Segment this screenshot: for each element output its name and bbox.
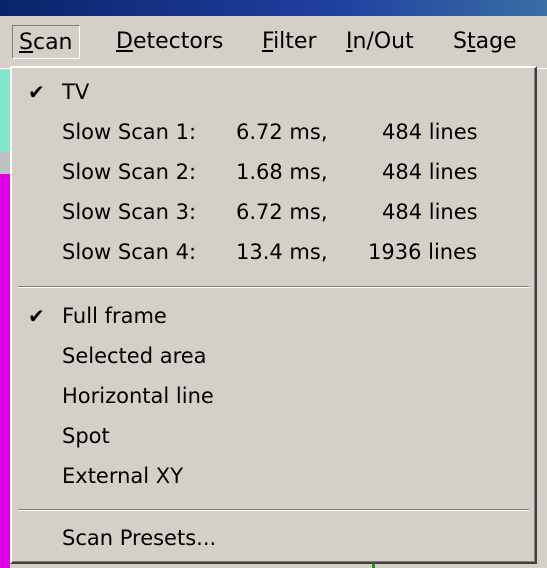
background-strip-gray <box>0 152 10 174</box>
background-strip-magenta <box>0 174 10 568</box>
check-icon: ✔ <box>28 304 45 328</box>
menu-item-slow-scan-2[interactable]: Slow Scan 2: 1.68 ms, 484 lines <box>12 152 535 192</box>
menu-item-label: Slow Scan 3: <box>62 200 197 224</box>
window-titlebar <box>0 0 547 16</box>
background-sliver <box>372 563 375 568</box>
menu-filter-rest: ilter <box>273 29 317 54</box>
menu-item-label: Slow Scan 4: <box>62 240 197 264</box>
scan-lines: 1936 lines <box>368 240 477 264</box>
menu-item-external-xy[interactable]: External XY <box>12 456 535 496</box>
menu-in-out[interactable]: In/Out <box>340 25 420 59</box>
scan-time: 6.72 ms, <box>236 200 328 224</box>
menu-scan-rest: can <box>32 30 73 55</box>
check-icon: ✔ <box>28 80 45 104</box>
menu-item-slow-scan-1[interactable]: Slow Scan 1: 6.72 ms, 484 lines <box>12 112 535 152</box>
menu-separator <box>18 509 529 511</box>
menu-item-slow-scan-3[interactable]: Slow Scan 3: 6.72 ms, 484 lines <box>12 192 535 232</box>
menu-stage[interactable]: Stage <box>447 25 523 59</box>
menu-item-horizontal-line[interactable]: Horizontal line <box>12 376 535 416</box>
menu-detectors[interactable]: Detectors <box>110 25 229 59</box>
menu-item-label: Full frame <box>62 304 167 328</box>
menu-stage-prefix: S <box>453 29 467 54</box>
menu-separator <box>18 286 529 288</box>
menu-item-full-frame[interactable]: ✔ Full frame <box>12 296 535 336</box>
scan-lines: 484 lines <box>382 120 478 144</box>
menu-item-label: External XY <box>62 464 184 488</box>
background-strip-cyan <box>0 70 10 152</box>
menu-stage-mnemonic: t <box>466 29 476 54</box>
scan-lines: 484 lines <box>382 200 478 224</box>
menu-item-label: Scan Presets... <box>62 526 217 550</box>
menu-item-slow-scan-4[interactable]: Slow Scan 4: 13.4 ms, 1936 lines <box>12 232 535 272</box>
scan-time: 13.4 ms, <box>236 240 328 264</box>
menu-scan[interactable]: Scan <box>12 25 80 59</box>
menu-filter-mnemonic: F <box>262 29 274 54</box>
menu-item-spot[interactable]: Spot <box>12 416 535 456</box>
menu-in-out-rest: n/Out <box>352 29 414 54</box>
menu-stage-rest: age <box>475 29 517 54</box>
menu-scan-mnemonic: S <box>19 30 33 55</box>
menu-detectors-mnemonic: D <box>116 29 133 54</box>
menu-item-selected-area[interactable]: Selected area <box>12 336 535 376</box>
menu-filter[interactable]: Filter <box>256 25 323 59</box>
menu-item-label: Selected area <box>62 344 207 368</box>
scan-time: 6.72 ms, <box>236 120 328 144</box>
menu-item-label: Spot <box>62 424 110 448</box>
menu-item-label: Slow Scan 1: <box>62 120 197 144</box>
scan-time: 1.68 ms, <box>236 160 328 184</box>
scan-dropdown-menu: ✔ TV Slow Scan 1: 6.72 ms, 484 lines Slo… <box>10 66 537 564</box>
menu-item-label: Slow Scan 2: <box>62 160 197 184</box>
menu-item-scan-presets[interactable]: Scan Presets... <box>12 518 535 558</box>
menu-item-tv[interactable]: ✔ TV <box>12 72 535 112</box>
menu-item-label: TV <box>62 80 90 104</box>
scan-lines: 484 lines <box>382 160 478 184</box>
menu-bar: Scan Detectors Filter In/Out Stage <box>0 16 547 69</box>
menu-detectors-rest: etectors <box>132 29 224 54</box>
menu-item-label: Horizontal line <box>62 384 214 408</box>
